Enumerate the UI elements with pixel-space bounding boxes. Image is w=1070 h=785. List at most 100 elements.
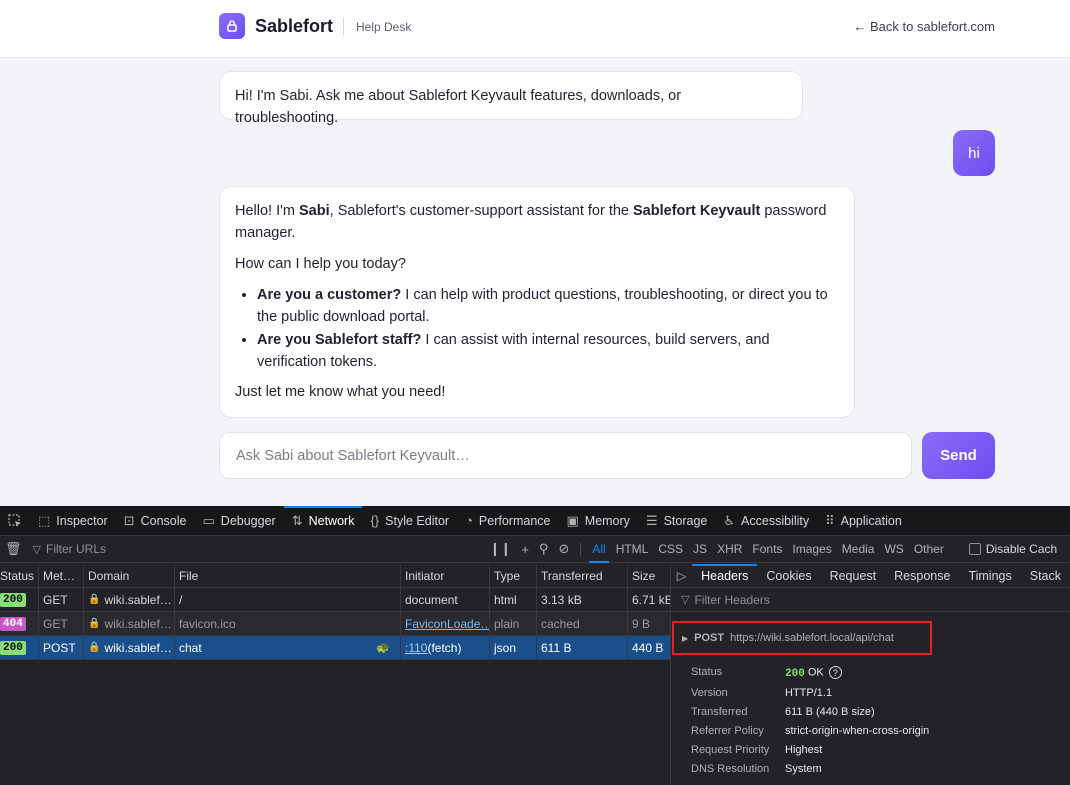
- filter-images[interactable]: Images: [787, 536, 836, 563]
- column-header-type[interactable]: Type: [490, 563, 537, 588]
- request-type: html: [490, 587, 537, 612]
- assistant-reply-message: Hello! I'm Sabi, Sablefort's customer-su…: [219, 186, 855, 418]
- column-header-size[interactable]: Size: [628, 564, 670, 588]
- braces-icon: {}: [370, 513, 380, 528]
- element-picker-icon[interactable]: [0, 506, 30, 536]
- funnel-icon: ▽: [32, 543, 41, 556]
- detail-referrer-row: Referrer Policy strict-origin-when-cross…: [691, 725, 930, 737]
- table-row[interactable]: 404 GET 🔒 wiki.sablef… favicon.ico Favico…: [0, 611, 670, 636]
- detail-transferred-row: Transferred 611 B (440 B size): [691, 706, 875, 718]
- filter-js[interactable]: JS: [688, 536, 712, 563]
- status-badge: 200: [0, 640, 26, 655]
- toggle-sidebar-icon[interactable]: ▷: [671, 564, 692, 588]
- filter-css[interactable]: CSS: [653, 536, 688, 563]
- accessibility-icon: ♿: [723, 512, 736, 528]
- table-header: Status Met… Domain File Initiator Type T…: [0, 563, 670, 588]
- table-row-selected[interactable]: 200 POST 🔒 wiki.sablef… chat 🐢 :110 (fetch…: [0, 635, 670, 660]
- filter-all[interactable]: All: [587, 536, 610, 563]
- request-domain: wiki.sablef…: [104, 592, 172, 607]
- request-method: POST: [39, 635, 84, 660]
- request-type: json: [490, 635, 537, 660]
- gauge-icon: ◔: [465, 513, 473, 528]
- detail-status-row: Status 200 OK?: [691, 666, 842, 680]
- filter-media[interactable]: Media: [837, 536, 880, 563]
- toolbar-divider: [580, 542, 582, 556]
- lock-icon: 🔒: [88, 618, 101, 629]
- pause-icon[interactable]: ❙❙: [485, 541, 517, 557]
- devtools-tab-bar: ⬚ Inspector ⊡ Console ▭ Debugger ⇅ Network {…: [0, 505, 1070, 536]
- brand-subtitle: Help Desk: [356, 20, 412, 34]
- console-icon: ⊡: [123, 512, 135, 528]
- column-header-status[interactable]: Status: [0, 563, 39, 588]
- search-icon[interactable]: ⚲: [534, 541, 554, 557]
- tab-debugger[interactable]: ▭ Debugger: [195, 506, 284, 536]
- request-url-summary[interactable]: ▶ POST https://wiki.sablefort.local/api/…: [672, 621, 932, 655]
- lock-logo-icon: [219, 13, 245, 39]
- request-transferred: cached: [537, 611, 628, 636]
- devtools-panel: ⬚ Inspector ⊡ Console ▭ Debugger ⇅ Network {…: [0, 505, 1070, 785]
- filter-xhr[interactable]: XHR: [712, 536, 747, 563]
- table-row[interactable]: 200 GET 🔒 wiki.sablef… / document html 3.…: [0, 587, 670, 612]
- request-transferred: 3.13 kB: [537, 587, 628, 612]
- help-icon[interactable]: ?: [828, 666, 842, 679]
- request-transferred: 611 B: [537, 635, 628, 660]
- tab-request[interactable]: Request: [821, 564, 886, 588]
- disable-cache-toggle[interactable]: Disable Cach: [968, 542, 1057, 556]
- tab-headers[interactable]: Headers: [692, 563, 758, 588]
- slow-turtle-icon: 🐢: [376, 642, 390, 654]
- tab-storage[interactable]: ☰ Storage: [638, 506, 715, 536]
- tab-stack[interactable]: Stack: [1021, 564, 1070, 588]
- plus-icon[interactable]: +: [516, 542, 534, 557]
- debugger-icon: ▭: [202, 512, 215, 528]
- filter-html[interactable]: HTML: [611, 536, 654, 563]
- tab-console[interactable]: ⊡ Console: [116, 506, 195, 536]
- storage-icon: ☰: [645, 512, 658, 528]
- filter-headers-input[interactable]: ▽ Filter Headers: [671, 588, 1070, 612]
- initiator-link[interactable]: :110: [405, 641, 427, 655]
- inspector-icon: ⬚: [38, 512, 51, 528]
- request-size: 440 B: [632, 640, 664, 655]
- tab-timings[interactable]: Timings: [959, 564, 1020, 588]
- tab-network[interactable]: ⇅ Network: [283, 505, 363, 536]
- column-header-file[interactable]: File: [175, 563, 401, 588]
- request-domain: wiki.sablef…: [104, 640, 172, 655]
- tab-performance[interactable]: ◔ Performance: [457, 506, 558, 536]
- tab-response[interactable]: Response: [885, 564, 959, 588]
- chip-icon: ▣: [566, 512, 579, 528]
- column-header-method[interactable]: Met…: [39, 563, 84, 588]
- list-item: Are you Sablefort staff? I can assist wi…: [257, 329, 839, 373]
- back-to-site-link[interactable]: ← Back to sablefort.com: [853, 19, 995, 34]
- filter-urls-input[interactable]: ▽ Filter URLs: [33, 542, 485, 556]
- network-arrows-icon: ⇅: [291, 512, 303, 528]
- initiator-link[interactable]: FaviconLoade…: [405, 617, 489, 631]
- request-file: chat: [179, 640, 202, 655]
- request-method: GET: [39, 611, 84, 636]
- request-file: favicon.ico: [175, 611, 401, 636]
- lock-icon: 🔒: [88, 594, 101, 605]
- tab-application[interactable]: ⠿ Application: [817, 506, 910, 536]
- column-header-initiator[interactable]: Initiator: [401, 563, 490, 588]
- network-toolbar: 🗑 ▽ Filter URLs ❙❙ + ⚲ ⊘ All HTML CSS JS …: [0, 536, 1070, 563]
- chat-input[interactable]: [219, 432, 912, 479]
- request-type: plain: [490, 611, 537, 636]
- filter-ws[interactable]: WS: [879, 536, 908, 563]
- trash-icon[interactable]: 🗑: [0, 541, 27, 557]
- tab-memory[interactable]: ▣ Memory: [558, 506, 637, 536]
- block-icon[interactable]: ⊘: [553, 541, 574, 557]
- brand-divider: [343, 18, 344, 35]
- tab-inspector[interactable]: ⬚ Inspector: [30, 506, 116, 536]
- list-item: Are you a customer? I can help with prod…: [257, 284, 839, 328]
- column-header-transferred[interactable]: Transferred: [537, 563, 628, 588]
- tab-cookies[interactable]: Cookies: [757, 564, 820, 588]
- send-button[interactable]: Send: [922, 432, 995, 479]
- filter-other[interactable]: Other: [909, 536, 949, 563]
- reply-paragraph-intro: Hello! I'm Sabi, Sablefort's customer-su…: [235, 203, 827, 241]
- filter-fonts[interactable]: Fonts: [747, 536, 787, 563]
- column-header-domain[interactable]: Domain: [84, 563, 175, 588]
- tab-style-editor[interactable]: {} Style Editor: [362, 506, 457, 536]
- reply-options-list: Are you a customer? I can help with prod…: [257, 284, 839, 373]
- disable-cache-checkbox[interactable]: [968, 543, 981, 555]
- expand-triangle-icon[interactable]: ▶: [682, 634, 688, 643]
- tab-accessibility[interactable]: ♿ Accessibility: [715, 506, 817, 536]
- request-table: Status Met… Domain File Initiator Type T…: [0, 563, 670, 785]
